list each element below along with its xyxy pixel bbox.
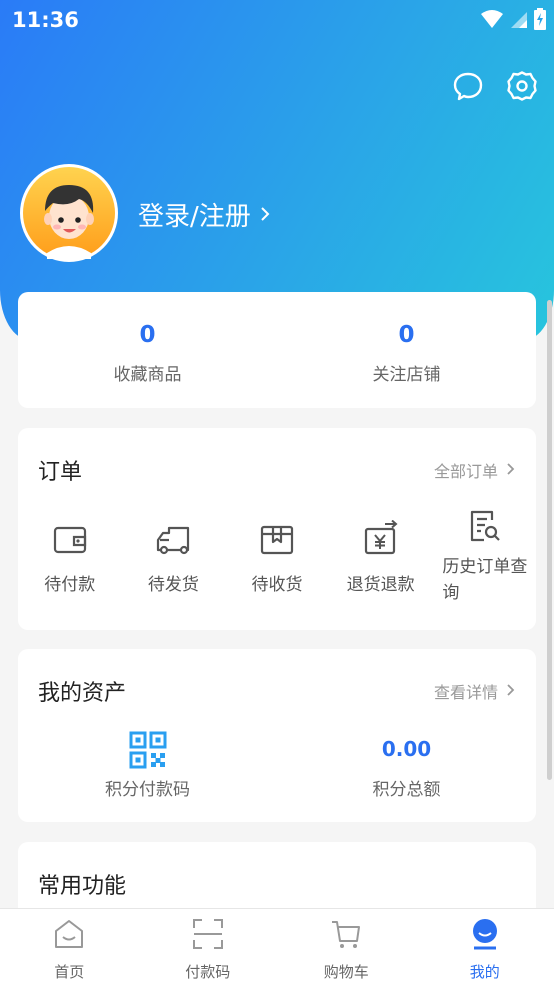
order-history-query[interactable]: 历史订单查询	[432, 510, 536, 606]
order-item-label: 历史订单查询	[442, 557, 528, 603]
order-pending-payment[interactable]: 待付款	[18, 520, 122, 606]
cart-icon	[332, 921, 361, 948]
history-search-icon	[471, 510, 500, 542]
stats-card: 0 收藏商品 0 关注店铺	[18, 292, 536, 408]
points-payment-code[interactable]: 积分付款码	[18, 731, 277, 800]
tab-home[interactable]: 首页	[0, 909, 139, 984]
order-refund[interactable]: 退货退款	[329, 519, 433, 606]
scrollbar[interactable]	[547, 300, 552, 780]
tab-me[interactable]: 我的	[416, 909, 554, 984]
common-functions-title: 常用功能	[38, 874, 127, 899]
chevron-right-icon	[506, 682, 516, 701]
settings-icon[interactable]	[506, 70, 538, 102]
order-item-label: 待收货	[251, 575, 303, 595]
favorite-goods[interactable]: 0 收藏商品	[18, 292, 277, 408]
package-icon	[260, 525, 294, 555]
points-total-value: 0.00	[381, 737, 432, 761]
all-orders-label: 全部订单	[433, 462, 498, 481]
tab-label: 购物车	[323, 963, 369, 981]
orders-card: 订单 全部订单 待付款 待发货 待收货 退货退款 历史订单查询	[18, 428, 536, 630]
all-orders-link[interactable]: 全部订单	[434, 458, 516, 482]
asset-details-label: 查看详情	[433, 683, 498, 702]
qr-code-icon	[129, 731, 166, 769]
profile-icon	[472, 919, 497, 950]
favorite-goods-label: 收藏商品	[113, 365, 182, 385]
order-pending-receipt[interactable]: 待收货	[225, 520, 329, 606]
assets-title: 我的资产	[38, 681, 127, 706]
asset-details-link[interactable]: 查看详情	[434, 679, 516, 703]
avatar[interactable]	[20, 164, 118, 262]
wifi-icon	[480, 9, 504, 34]
order-item-label: 待付款	[44, 575, 96, 595]
truck-icon	[157, 526, 190, 555]
tab-label: 我的	[469, 963, 500, 981]
status-time: 11:36	[12, 8, 79, 32]
signal-icon	[510, 9, 528, 34]
orders-title: 订单	[38, 460, 83, 485]
chevron-right-icon	[506, 461, 516, 480]
tab-payment-code[interactable]: 付款码	[139, 909, 278, 984]
scan-icon	[192, 919, 223, 949]
login-register-link[interactable]: 登录/注册	[138, 196, 271, 233]
assets-card: 我的资产 查看详情 积分付款码 0.00 积分总额	[18, 649, 536, 822]
home-icon	[55, 920, 84, 948]
order-item-label: 待发货	[147, 575, 199, 595]
chevron-right-icon	[259, 200, 271, 230]
message-icon[interactable]	[452, 70, 484, 102]
tab-cart[interactable]: 购物车	[277, 909, 416, 984]
login-label: 登录/注册	[138, 202, 251, 232]
followed-stores-count: 0	[398, 322, 415, 348]
bottom-tab-bar: 首页 付款码 购物车 我的	[0, 908, 554, 984]
tab-label: 付款码	[185, 963, 231, 981]
wallet-icon	[53, 526, 86, 554]
tab-label: 首页	[54, 963, 85, 981]
points-total[interactable]: 0.00 积分总额	[277, 731, 536, 800]
followed-stores[interactable]: 0 关注店铺	[277, 292, 536, 408]
points-total-label: 积分总额	[372, 780, 441, 800]
points-payment-code-label: 积分付款码	[105, 780, 190, 800]
status-bar: 11:36	[0, 0, 554, 40]
favorite-goods-count: 0	[139, 322, 156, 348]
order-pending-shipment[interactable]: 待发货	[122, 520, 226, 606]
order-item-label: 退货退款	[346, 575, 415, 595]
header-actions	[452, 70, 538, 102]
refund-icon	[364, 519, 398, 555]
battery-icon	[534, 8, 546, 35]
followed-stores-label: 关注店铺	[372, 365, 441, 385]
